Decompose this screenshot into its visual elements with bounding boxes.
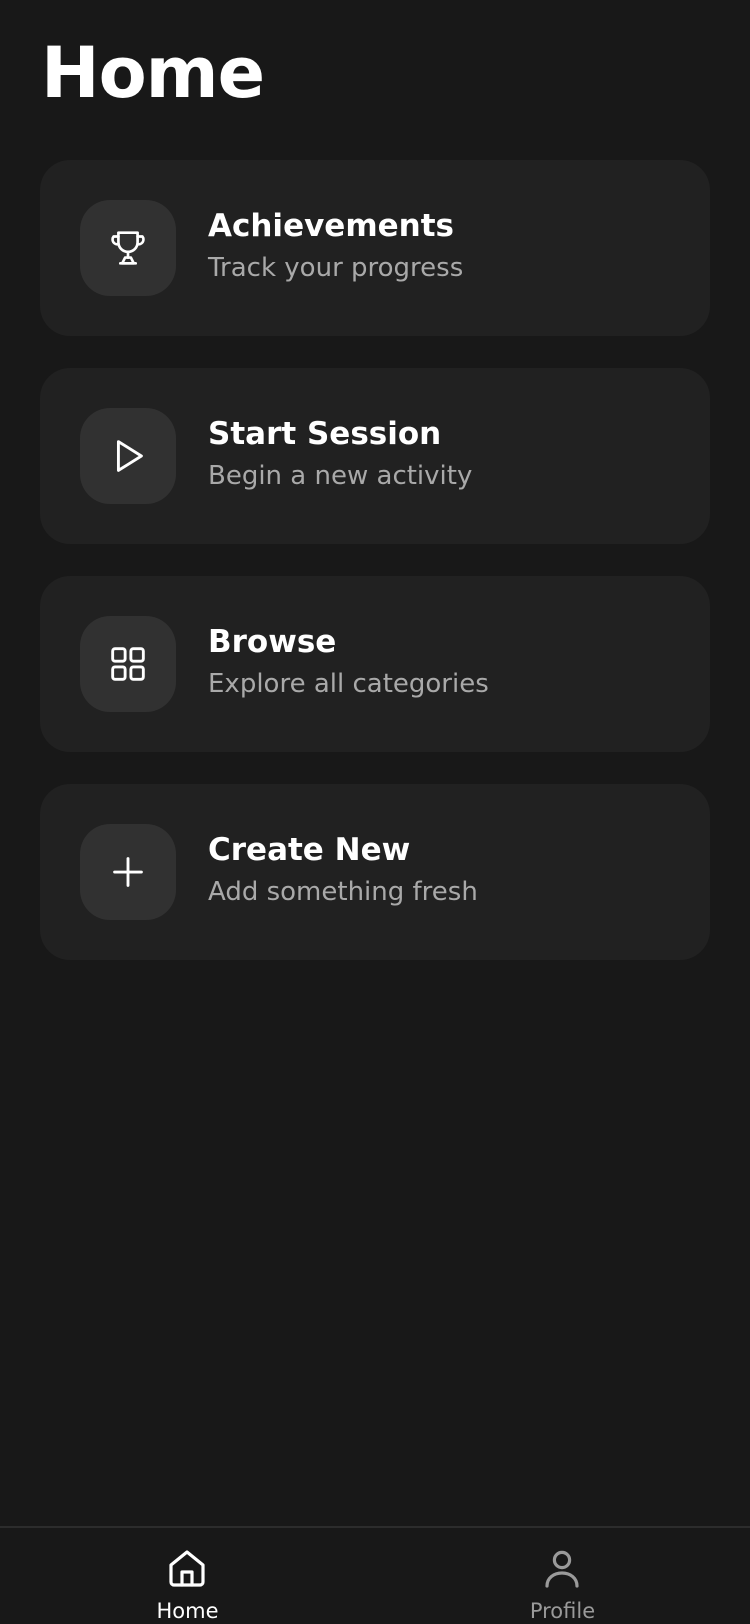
trophy-icon [111, 231, 145, 265]
browse-icon-tile [80, 616, 176, 712]
achievements-subtitle: Track your progress [208, 253, 464, 283]
start-session-title: Start Session [208, 416, 442, 452]
page-title: Home [41, 32, 265, 114]
start-session-icon-tile [80, 408, 176, 504]
start-session-card[interactable]: Start Session Begin a new activity [40, 368, 710, 544]
achievements-title: Achievements [208, 208, 454, 244]
achievements-text: Achievements Track your progress [208, 206, 690, 290]
menu-list: Achievements Track your progress Start S… [40, 160, 710, 992]
create-new-subtitle: Add something fresh [208, 877, 478, 907]
user-icon [545, 1550, 579, 1588]
tab-home-label: Home [156, 1599, 219, 1623]
create-new-card[interactable]: Create New Add something fresh [40, 784, 710, 960]
tab-profile[interactable]: Profile [375, 1528, 750, 1624]
browse-title: Browse [208, 624, 337, 660]
start-session-subtitle: Begin a new activity [208, 461, 473, 491]
achievements-card[interactable]: Achievements Track your progress [40, 160, 710, 336]
start-session-text: Start Session Begin a new activity [208, 414, 690, 498]
grid-icon [111, 647, 145, 681]
achievements-icon-tile [80, 200, 176, 296]
browse-subtitle: Explore all categories [208, 669, 489, 699]
plus-icon [113, 857, 143, 887]
home-icon [169, 1550, 205, 1587]
tab-home[interactable]: Home [0, 1528, 375, 1624]
create-new-icon-tile [80, 824, 176, 920]
bottom-tab-bar: Home Profile [0, 1526, 750, 1624]
browse-card[interactable]: Browse Explore all categories [40, 576, 710, 752]
play-icon [116, 440, 143, 472]
browse-text: Browse Explore all categories [208, 622, 690, 706]
create-new-title: Create New [208, 832, 411, 868]
create-new-text: Create New Add something fresh [208, 830, 690, 914]
tab-profile-label: Profile [529, 1599, 596, 1623]
